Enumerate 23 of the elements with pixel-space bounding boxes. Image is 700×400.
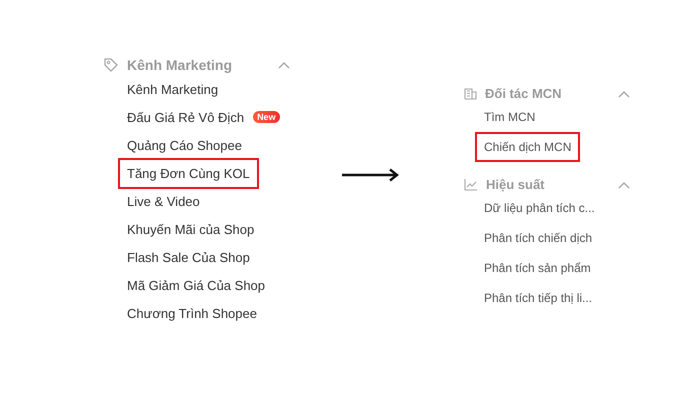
menu-item[interactable]: Phân tích tiếp thị li... xyxy=(475,283,602,313)
chevron-icon[interactable] xyxy=(618,90,630,98)
new-badge: New xyxy=(253,111,280,123)
menu-item[interactable]: Tìm MCN xyxy=(475,102,544,132)
menu-item[interactable]: Quảng Cáo Shopee xyxy=(118,130,251,160)
chevron-icon[interactable] xyxy=(618,180,630,188)
menu-item[interactable]: Dữ liệu phân tích c... xyxy=(475,193,604,223)
menu-item[interactable]: Tăng Đơn Cùng KOL xyxy=(118,158,259,188)
menu-item[interactable]: Live & Video xyxy=(118,186,209,216)
building-icon xyxy=(464,87,477,100)
chart-icon xyxy=(464,178,478,191)
menu-item[interactable]: Flash Sale Của Shop xyxy=(118,242,259,272)
menu-item[interactable]: Đấu Giá Rẻ Vô Địch xyxy=(118,102,254,132)
menu-item[interactable]: Phân tích sản phẩm xyxy=(475,253,600,283)
menu-item[interactable]: Khuyến Mãi của Shop xyxy=(118,214,264,244)
menu-item[interactable]: Chương Trình Shopee xyxy=(118,298,266,328)
tag-icon xyxy=(103,57,119,73)
menu-item[interactable]: Mã Giảm Giá Của Shop xyxy=(118,270,274,300)
menu-item[interactable]: Chiến dịch MCN xyxy=(475,132,580,162)
menu-item[interactable]: Phân tích chiến dịch xyxy=(475,223,602,253)
menu-item[interactable]: Kênh Marketing xyxy=(118,74,228,104)
chevron-icon[interactable] xyxy=(278,61,290,69)
arrow-icon xyxy=(342,168,400,182)
